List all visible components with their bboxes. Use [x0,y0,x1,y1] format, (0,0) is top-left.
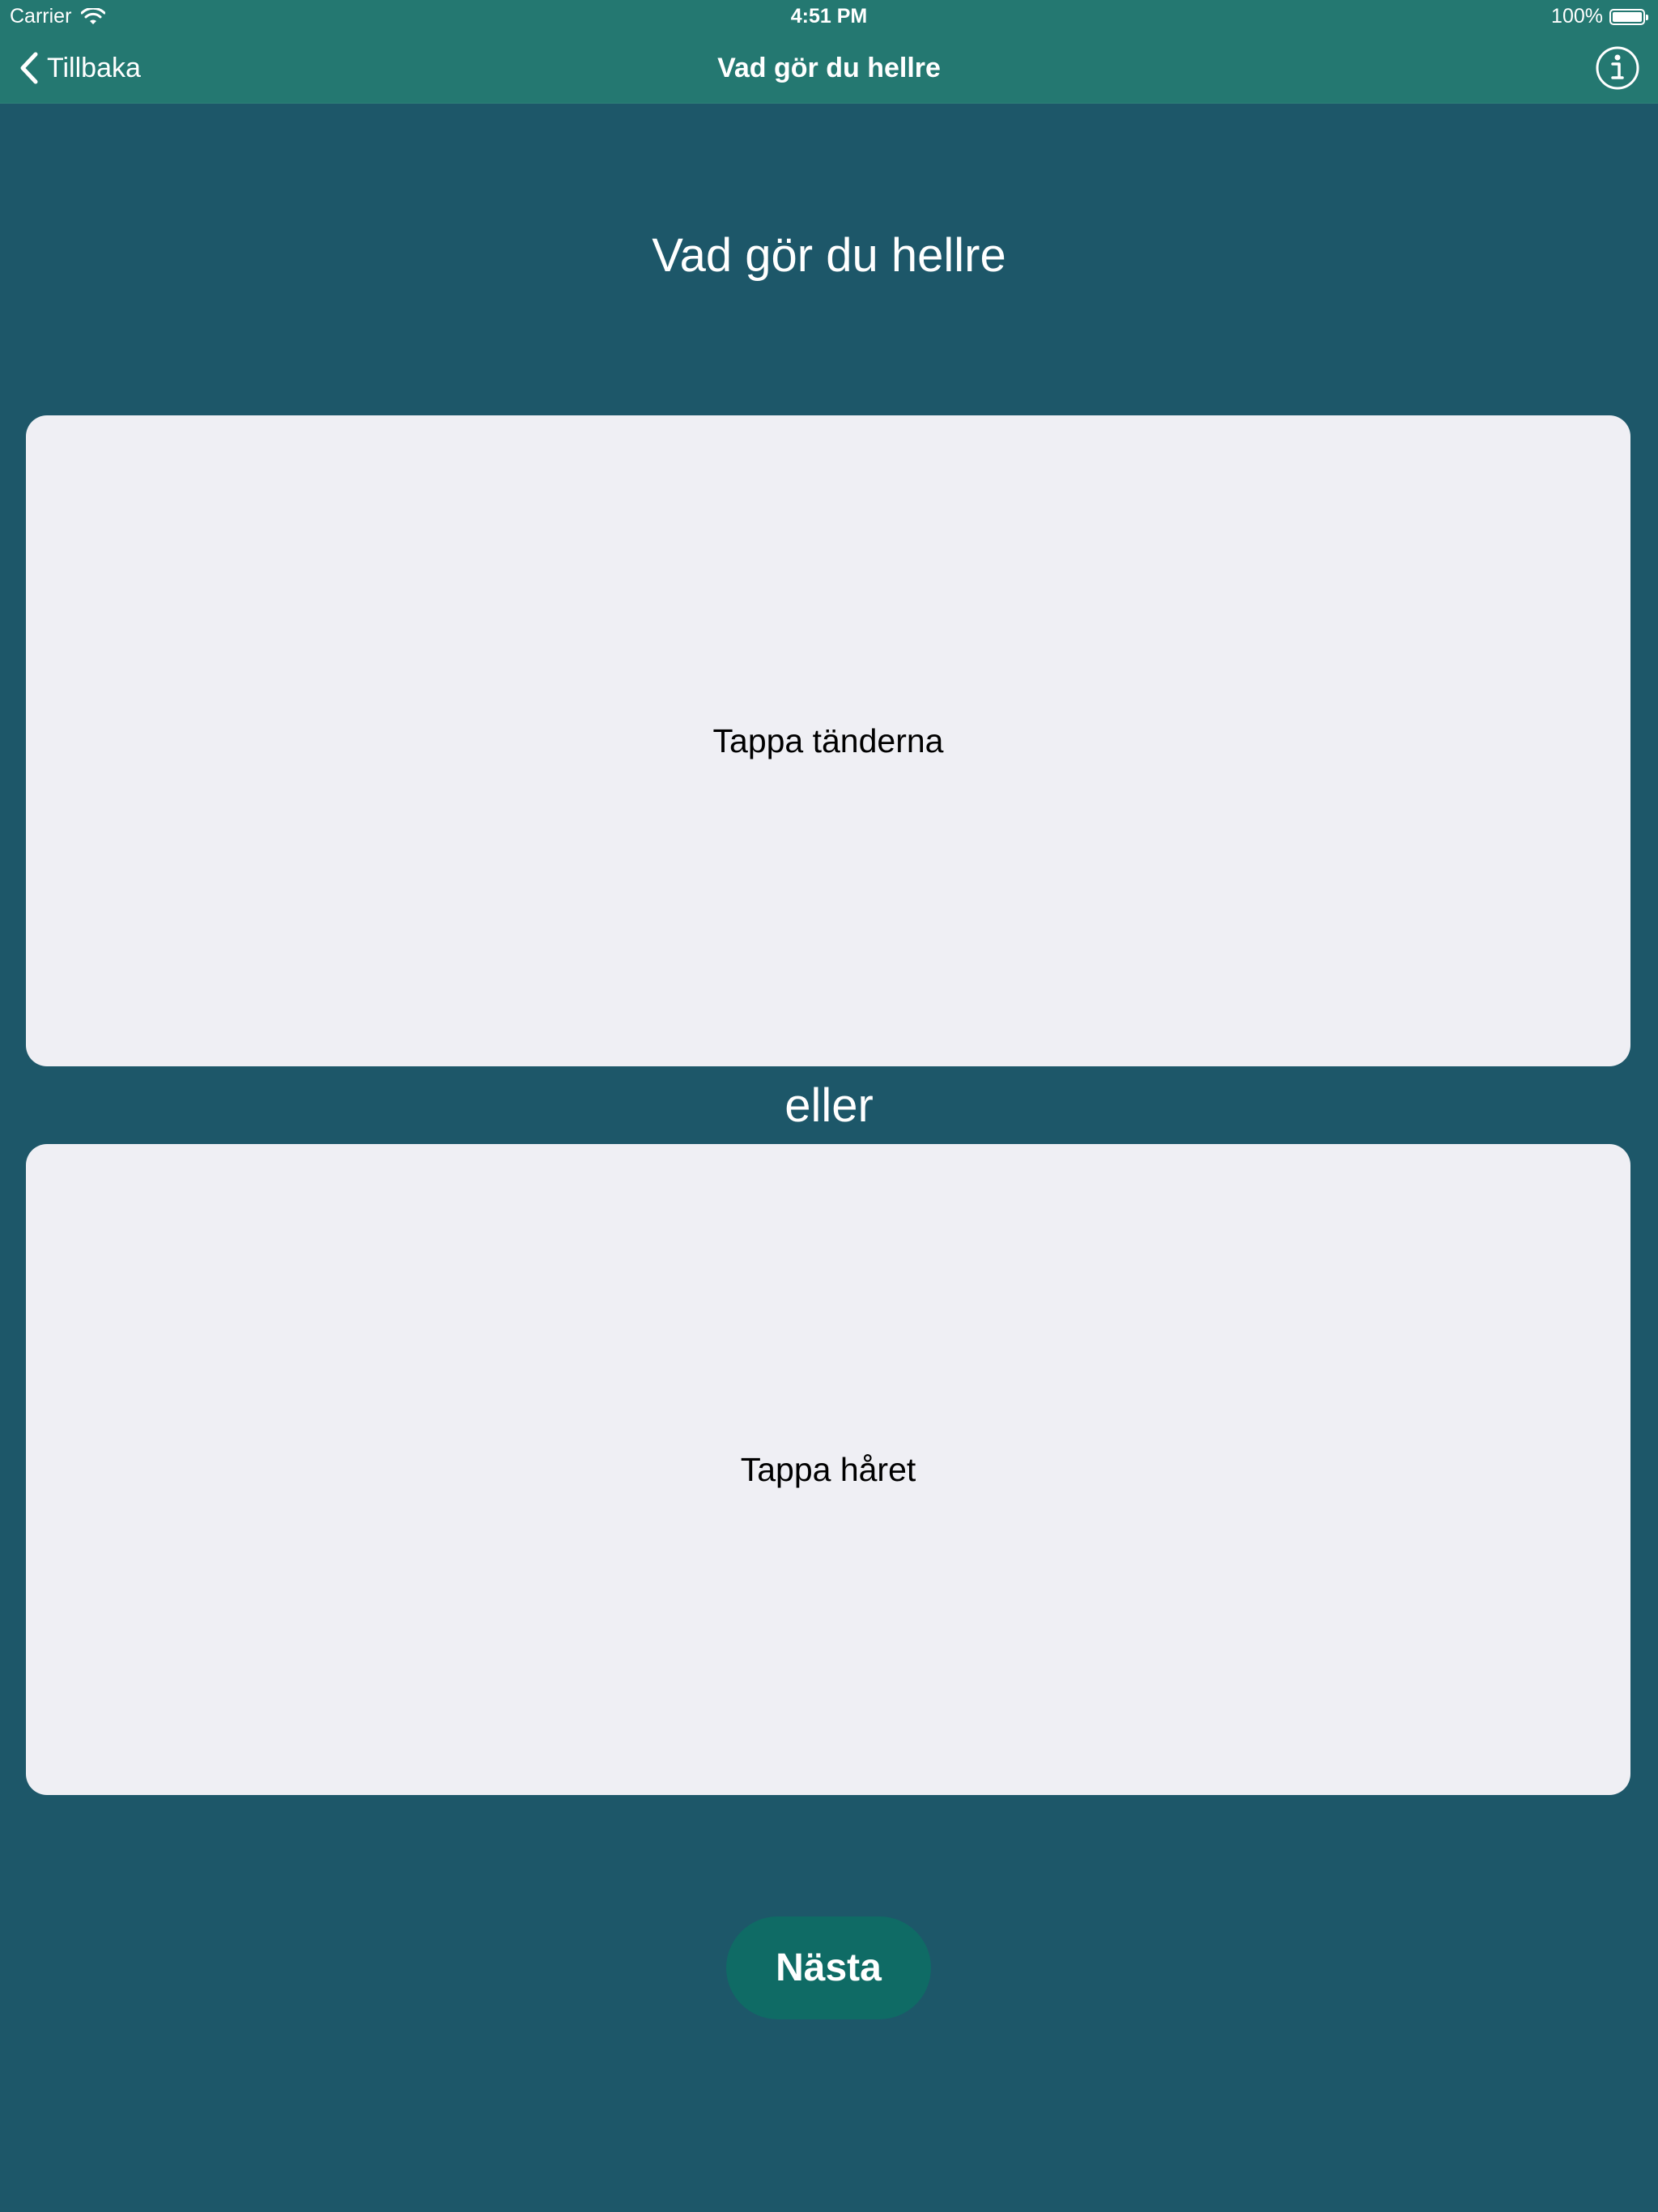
next-button[interactable]: Nästa [726,1916,931,2019]
status-battery: 100% [1551,5,1648,28]
option-card-a[interactable]: Tappa tänderna [26,415,1630,1066]
info-circle-icon[interactable] [1595,45,1640,91]
status-bar: Carrier 4:51 PM 100% [0,0,1658,32]
next-button-label: Nästa [776,1946,882,1989]
option-a-label: Tappa tänderna [712,721,944,759]
battery-percentage: 100% [1551,5,1603,28]
nav-title: Vad gör du hellre [717,53,941,83]
status-time: 4:51 PM [790,5,868,28]
or-label: eller [784,1079,874,1132]
page-heading: Vad gör du hellre [652,229,1006,282]
navigation-bar: Tillbaka Vad gör du hellre [0,32,1658,104]
battery-icon [1609,8,1648,25]
option-card-b[interactable]: Tappa håret [26,1144,1630,1795]
battery-fill [1613,11,1642,22]
option-b-label: Tappa håret [740,1450,916,1488]
